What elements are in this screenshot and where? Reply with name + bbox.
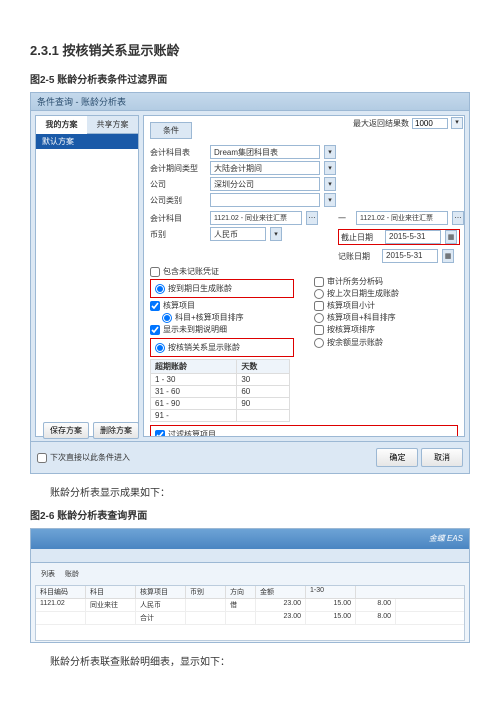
body-text-2: 账龄分析表联查账龄明细表，显示如下：	[30, 653, 470, 668]
tab-my-scheme[interactable]: 我的方案	[36, 116, 87, 134]
dialog-header: 条件查询 - 账龄分析表	[31, 93, 469, 111]
company-cat-label: 公司类别	[150, 195, 206, 206]
calendar-icon[interactable]: ▦	[445, 230, 457, 244]
cb-filter-asm[interactable]: 过滤核算项目	[155, 429, 453, 437]
ok-button[interactable]: 确定	[376, 448, 418, 467]
aging-table: 超期账龄天数 1 - 3030 31 - 6060 61 - 9090 91 -	[150, 359, 290, 422]
max-rows-label: 最大返回结果数	[353, 118, 409, 129]
picker-icon[interactable]: ▾	[324, 193, 336, 207]
fig2-caption: 图2-6 账龄分析表查询界面	[30, 507, 470, 522]
fig1-caption: 图2-5 账龄分析表条件过滤界面	[30, 71, 470, 86]
cb-order-asm[interactable]: 按核算项排序	[314, 324, 458, 335]
rb-by-verify[interactable]: 按核销关系显示账龄	[155, 342, 289, 353]
currency-label: 币别	[150, 229, 206, 240]
tab-shared-scheme[interactable]: 共享方案	[87, 116, 138, 134]
currency-field[interactable]: 人民币	[210, 227, 266, 241]
cb-show-detail[interactable]: 显示未到期说明细	[150, 324, 294, 335]
period-type-label: 会计期间类型	[150, 163, 206, 174]
deadline-label: 截止日期	[341, 232, 381, 243]
body-text-1: 账龄分析表显示成果如下：	[30, 484, 470, 499]
acct-from-field[interactable]: 1121.02 - 同业来往汇票	[210, 211, 302, 225]
max-rows-spinner[interactable]: ▾	[451, 117, 463, 129]
picker-icon[interactable]: ▾	[324, 145, 336, 159]
cb-no-show-next[interactable]: 下次直接以此条件进入	[37, 452, 130, 463]
picker-icon[interactable]: ▾	[324, 161, 336, 175]
result-tab-list[interactable]: 列表	[41, 569, 55, 579]
scheme-list: 默认方案	[36, 134, 138, 436]
period-type-field[interactable]: 大陆会计期间	[210, 161, 320, 175]
acct-to-field[interactable]: 1121.02 - 同业来往汇票	[356, 211, 448, 225]
max-rows-input[interactable]	[412, 118, 448, 129]
acct-subject-label: 会计科目表	[150, 147, 206, 158]
cb-auditor[interactable]: 审计所务分析码	[314, 276, 458, 287]
rb-by-balance[interactable]: 按余额显示账龄	[314, 337, 458, 348]
save-scheme-button[interactable]: 保存方案	[43, 422, 89, 439]
picker-icon[interactable]: ⋯	[452, 211, 464, 225]
cancel-button[interactable]: 取消	[421, 448, 463, 467]
picker-icon[interactable]: ▾	[324, 177, 336, 191]
bookdate-label: 记账日期	[338, 251, 378, 262]
tab-conditions[interactable]: 条件	[150, 122, 192, 139]
cb-asm[interactable]: 核算项目	[150, 300, 294, 311]
rb-by-deadline[interactable]: 按到期日生成账龄	[155, 283, 289, 294]
filter-dialog: 条件查询 - 账龄分析表 最大返回结果数 ▾ 我的方案 共享方案 默认方案 条件…	[30, 92, 470, 474]
conditions-panel: 条件 会计科目表 Dream集团科目表 ▾ 会计期间类型 大陆会计期间 ▾ 公司…	[143, 115, 465, 437]
company-label: 公司	[150, 179, 206, 190]
cb-subtotal[interactable]: 核算项目小计	[314, 300, 458, 311]
delete-scheme-button[interactable]: 删除方案	[93, 422, 139, 439]
cb-asm-sub-order[interactable]: 核算项目+科目排序	[314, 312, 458, 323]
picker-icon[interactable]: ▾	[270, 227, 282, 241]
company-cat-field[interactable]	[210, 193, 320, 207]
grid-row-total: 合计 23.00 15.00 8.00	[36, 612, 464, 625]
bookdate-field[interactable]: 2015-5-31	[382, 249, 438, 263]
result-grid: 科目编码 科目 核算项目 币别 方向 金额 1-30 1121.02 同业来往 …	[35, 585, 465, 641]
section-heading: 2.3.1 按核销关系显示账龄	[30, 40, 470, 59]
query-window: 金蝶 EAS 列表 账龄 科目编码 科目 核算项目 币别 方向 金额 1-30 …	[30, 528, 470, 643]
deadline-field[interactable]: 2015-5-31	[385, 230, 441, 244]
cb-by-lastgen[interactable]: 按上次日期生成账龄	[314, 288, 458, 299]
max-rows-group: 最大返回结果数 ▾	[353, 117, 463, 129]
scheme-item-default[interactable]: 默认方案	[36, 134, 138, 149]
company-field[interactable]: 深圳分公司	[210, 177, 320, 191]
scheme-panel: 我的方案 共享方案 默认方案	[35, 115, 139, 437]
calendar-icon[interactable]: ▦	[442, 249, 454, 263]
cb-include-unposted[interactable]: 包含未记账凭证	[150, 266, 294, 277]
cb-sub-asm-order[interactable]: 科目+核算项目排序	[162, 312, 294, 323]
picker-icon[interactable]: ⋯	[306, 211, 318, 225]
acct-subject-field[interactable]: Dream集团科目表	[210, 145, 320, 159]
result-tab-aging[interactable]: 账龄	[65, 569, 79, 579]
brand-label: 金蝶 EAS	[429, 533, 463, 544]
acct-label: 会计科目	[150, 213, 206, 224]
grid-row[interactable]: 1121.02 同业来往 人民币 借 23.00 15.00 8.00	[36, 599, 464, 612]
